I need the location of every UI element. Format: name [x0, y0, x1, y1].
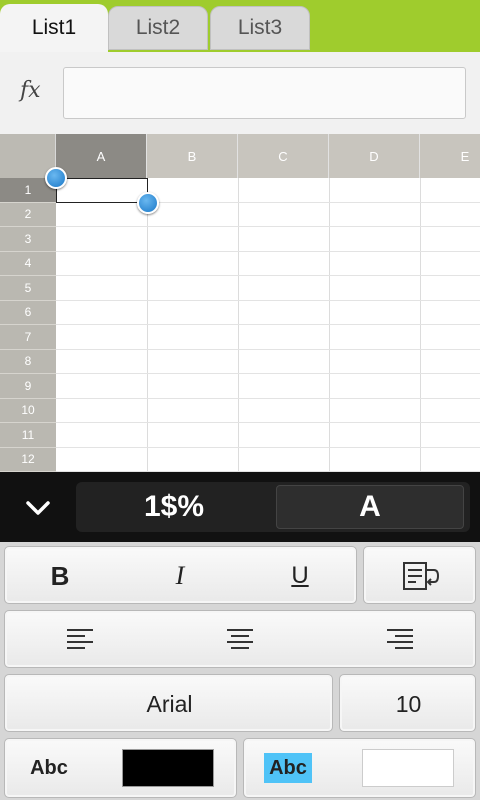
- formula-bar: fx: [0, 52, 480, 134]
- fx-label: fx: [20, 78, 41, 103]
- row-header-3[interactable]: 3: [0, 227, 56, 252]
- row-header-4[interactable]: 4: [0, 251, 56, 276]
- tab-label: List2: [135, 16, 181, 39]
- row-header-6[interactable]: 6: [0, 300, 56, 325]
- row-header-9[interactable]: 9: [0, 374, 56, 399]
- text-format-button[interactable]: A: [276, 485, 464, 529]
- row-header-11[interactable]: 11: [0, 423, 56, 448]
- grid-line: [56, 226, 480, 227]
- chevron-down-icon[interactable]: [24, 494, 52, 522]
- grid-line: [56, 324, 480, 325]
- underline-button[interactable]: U: [275, 547, 325, 605]
- number-format-button[interactable]: 1$%: [76, 482, 272, 532]
- selection-handle-end[interactable]: [137, 192, 159, 214]
- column-header-e[interactable]: E: [420, 134, 480, 178]
- row-header-5[interactable]: 5: [0, 276, 56, 301]
- tab-list2[interactable]: List2: [108, 6, 208, 50]
- wrap-text-button[interactable]: [363, 546, 476, 604]
- align-right-icon[interactable]: [387, 627, 413, 653]
- grid-line: [56, 373, 480, 374]
- font-name-button[interactable]: Arial: [4, 674, 333, 732]
- column-header-c[interactable]: C: [238, 134, 329, 178]
- text-format-panel: B I U Arial 10 Abc Abc: [0, 542, 480, 800]
- bold-button[interactable]: B: [35, 547, 85, 605]
- font-name-label: Arial: [146, 690, 193, 717]
- grid-line: [56, 446, 480, 448]
- grid-line: [420, 178, 421, 472]
- grid-line: [56, 397, 480, 399]
- format-toolbar: 1$% A: [0, 472, 480, 542]
- grid-line: [56, 275, 480, 276]
- column-header-b[interactable]: B: [147, 134, 238, 178]
- selection-handle-start[interactable]: [45, 167, 67, 189]
- text-color-button[interactable]: Abc: [4, 738, 237, 798]
- align-center-icon[interactable]: [227, 627, 253, 653]
- font-size-button[interactable]: 10: [339, 674, 476, 732]
- row-header-12[interactable]: 12: [0, 447, 56, 472]
- wrap-text-icon: [403, 562, 440, 590]
- column-header-a[interactable]: A: [56, 134, 147, 178]
- italic-button[interactable]: I: [155, 547, 205, 605]
- font-style-group: B I U: [4, 546, 357, 604]
- grid-line: [238, 178, 239, 472]
- alignment-group: [4, 610, 476, 668]
- fill-color-swatch: [362, 749, 454, 787]
- fill-color-button[interactable]: Abc: [243, 738, 476, 798]
- tab-list3[interactable]: List3: [210, 6, 310, 50]
- format-mode-switch: 1$% A: [76, 482, 470, 532]
- selected-cell[interactable]: [56, 178, 148, 203]
- fill-color-label: Abc: [264, 753, 312, 783]
- sheet-tab-bar: List1 List2 List3: [0, 0, 480, 52]
- grid-line: [56, 348, 480, 350]
- grid-line: [329, 178, 330, 472]
- align-left-icon[interactable]: [67, 627, 93, 653]
- row-header-10[interactable]: 10: [0, 398, 56, 423]
- grid-line: [56, 299, 480, 301]
- text-color-label: Abc: [30, 756, 68, 779]
- tab-list1[interactable]: List1: [0, 4, 108, 52]
- spreadsheet-grid[interactable]: A B C D E 1 2 3 4 5 6 7 8 9 10 11 12: [0, 134, 480, 472]
- grid-line: [147, 178, 148, 472]
- font-size-label: 10: [395, 690, 422, 717]
- text-color-swatch: [122, 749, 214, 787]
- formula-input[interactable]: [63, 67, 466, 119]
- row-header-2[interactable]: 2: [0, 202, 56, 227]
- grid-line: [56, 250, 480, 252]
- tab-label: List3: [237, 16, 283, 39]
- row-header-7[interactable]: 7: [0, 325, 56, 350]
- grid-line: [56, 422, 480, 423]
- tab-label: List1: [31, 16, 77, 39]
- column-header-d[interactable]: D: [329, 134, 420, 178]
- row-header-8[interactable]: 8: [0, 349, 56, 374]
